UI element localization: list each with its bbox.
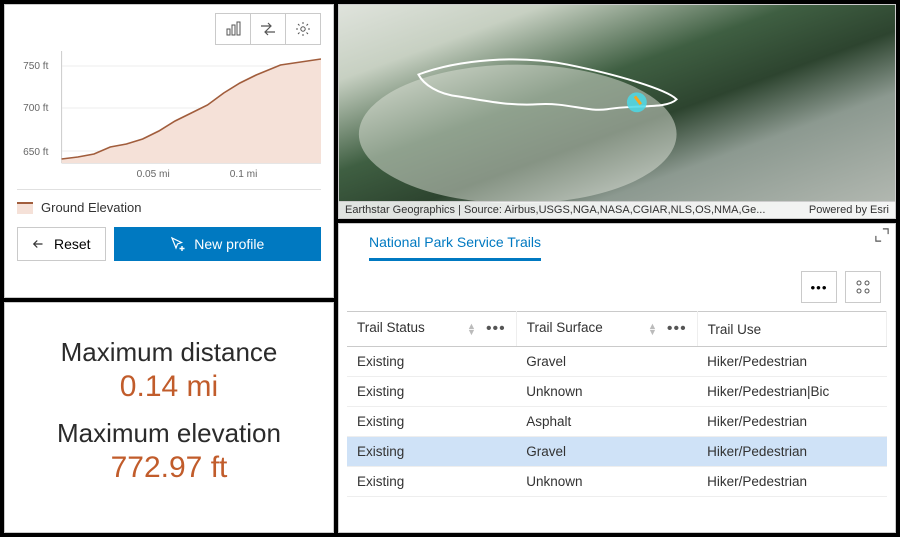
y-tick-label: 750 ft (23, 61, 49, 72)
table-row[interactable]: ExistingGravelHiker/Pedestrian (347, 437, 887, 467)
table-cell: Hiker/Pedestrian (697, 347, 886, 377)
col-header-status[interactable]: Trail Status ▲▼••• (347, 312, 516, 347)
sort-icon[interactable]: ▲▼ (467, 323, 476, 335)
settings-button[interactable] (285, 13, 321, 45)
table-header-row: Trail Status ▲▼••• Trail Surface ▲▼••• T… (347, 312, 887, 347)
trails-table: Trail Status ▲▼••• Trail Surface ▲▼••• T… (347, 311, 887, 497)
table-cell: Existing (347, 437, 516, 467)
sort-icon[interactable]: ▲▼ (648, 323, 657, 335)
table-cell: Hiker/Pedestrian (697, 437, 886, 467)
swap-direction-button[interactable] (250, 13, 286, 45)
tab-trails[interactable]: National Park Service Trails (369, 234, 541, 261)
x-tick-label: 0.1 mi (230, 169, 258, 180)
table-cell: Existing (347, 377, 516, 407)
y-tick-label: 650 ft (23, 147, 49, 158)
table-cell: Existing (347, 407, 516, 437)
map-attribution: Earthstar Geographics | Source: Airbus,U… (339, 201, 895, 218)
column-menu-icon[interactable]: ••• (667, 320, 687, 338)
reset-button[interactable]: Reset (17, 227, 106, 261)
legend-swatch (17, 202, 33, 214)
ellipsis-icon: ••• (811, 280, 828, 295)
map-view[interactable]: Earthstar Geographics | Source: Airbus,U… (338, 4, 896, 219)
max-elevation-value: 772.97 ft (111, 451, 228, 485)
table-row[interactable]: ExistingGravelHiker/Pedestrian (347, 347, 887, 377)
arrow-left-icon (32, 237, 46, 251)
table-cell: Gravel (516, 437, 697, 467)
bar-chart-icon (225, 21, 241, 37)
table-row[interactable]: ExistingUnknownHiker/Pedestrian|Bic (347, 377, 887, 407)
max-distance-value: 0.14 mi (120, 370, 218, 404)
map-overlay (339, 5, 895, 214)
table-row[interactable]: ExistingAsphaltHiker/Pedestrian (347, 407, 887, 437)
table-toolbar: ••• (339, 261, 895, 311)
col-header-use[interactable]: Trail Use (697, 312, 886, 347)
reset-label: Reset (54, 236, 91, 252)
table-cell: Asphalt (516, 407, 697, 437)
table-cell: Existing (347, 467, 516, 497)
x-tick-label: 0.05 mi (137, 169, 170, 180)
table-cell: Unknown (516, 467, 697, 497)
table-cell: Existing (347, 347, 516, 377)
max-elevation-label: Maximum elevation (57, 418, 281, 449)
grid-icon (855, 279, 871, 295)
stats-panel: Maximum distance 0.14 mi Maximum elevati… (4, 302, 334, 533)
elevation-profile-panel: 750 ft 700 ft 650 ft 0.05 mi 0.1 mi Grou… (4, 4, 334, 298)
table-cell: Unknown (516, 377, 697, 407)
chart-legend: Ground Elevation (17, 189, 321, 227)
attribution-powered: Powered by Esri (809, 204, 889, 216)
table-cell: Gravel (516, 347, 697, 377)
gear-icon (295, 21, 311, 37)
table-cell: Hiker/Pedestrian|Bic (697, 377, 886, 407)
column-menu-icon[interactable]: ••• (486, 320, 506, 338)
table-row[interactable]: ExistingUnknownHiker/Pedestrian (347, 467, 887, 497)
y-tick-label: 700 ft (23, 103, 49, 114)
chart-stats-button[interactable] (215, 13, 251, 45)
feature-table-panel: National Park Service Trails ••• Trail S… (338, 223, 896, 533)
table-layout-button[interactable] (845, 271, 881, 303)
table-menu-button[interactable]: ••• (801, 271, 837, 303)
profile-toolbar (17, 13, 321, 45)
cursor-plus-icon (170, 236, 186, 252)
new-profile-label: New profile (194, 236, 264, 252)
new-profile-button[interactable]: New profile (114, 227, 321, 261)
table-cell: Hiker/Pedestrian (697, 407, 886, 437)
elevation-chart[interactable]: 750 ft 700 ft 650 ft 0.05 mi 0.1 mi (17, 51, 321, 181)
col-header-surface[interactable]: Trail Surface ▲▼••• (516, 312, 697, 347)
legend-label: Ground Elevation (41, 200, 141, 215)
table-tabs: National Park Service Trails (339, 224, 895, 261)
expand-icon[interactable] (875, 228, 889, 247)
table-cell: Hiker/Pedestrian (697, 467, 886, 497)
swap-icon (260, 21, 276, 37)
attribution-source: Earthstar Geographics | Source: Airbus,U… (345, 204, 765, 216)
max-distance-label: Maximum distance (61, 337, 278, 368)
